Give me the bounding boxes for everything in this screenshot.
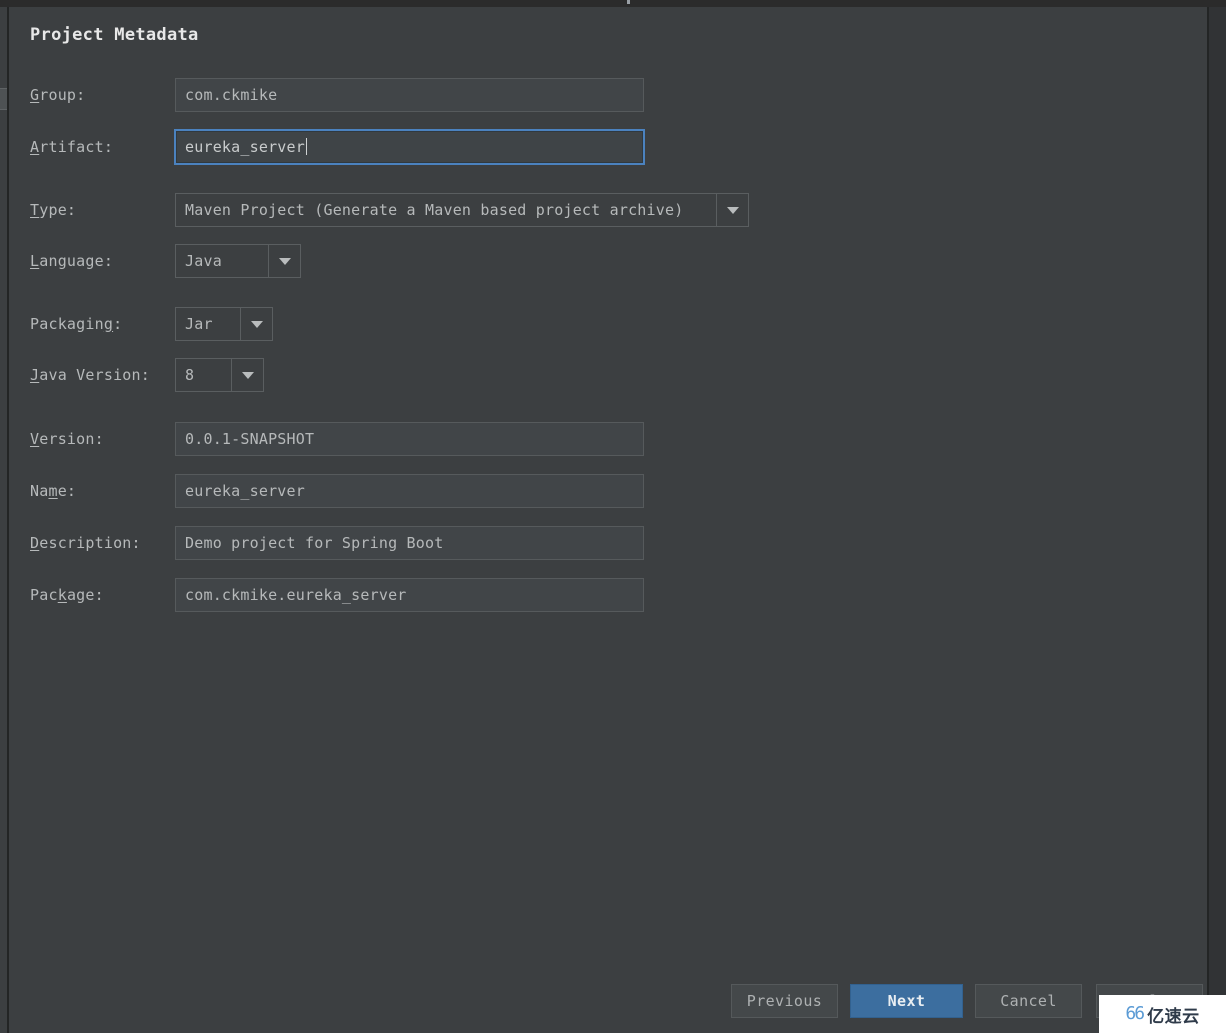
chevron-down-icon: [250, 320, 263, 328]
watermark-text: 亿速云: [1147, 1006, 1200, 1027]
artifact-mnemonic: A: [30, 138, 40, 156]
package-label: Package:: [30, 578, 104, 612]
background-window-right: [1208, 0, 1226, 1033]
java-version-label: Java Version:: [30, 358, 150, 392]
packaging-label-text: :: [113, 315, 123, 333]
artifact-input-value: eureka_server: [185, 138, 305, 156]
version-input[interactable]: 0.0.1-SNAPSHOT: [175, 422, 644, 456]
artifact-label-text: rtifact:: [39, 138, 114, 156]
type-combobox-value: Maven Project (Generate a Maven based pr…: [185, 201, 684, 219]
next-button[interactable]: Next: [850, 984, 963, 1018]
group-label: Group:: [30, 78, 85, 112]
language-combobox-value: Java: [185, 252, 222, 270]
description-input[interactable]: Demo project for Spring Boot: [175, 526, 644, 560]
package-label-text: age:: [66, 586, 104, 604]
group-input[interactable]: com.ckmike: [175, 78, 644, 112]
language-combobox-arrow[interactable]: [268, 245, 300, 277]
type-combobox[interactable]: Maven Project (Generate a Maven based pr…: [175, 193, 749, 227]
chevron-down-icon: [241, 371, 254, 379]
language-label: Language:: [30, 244, 113, 278]
name-label-text: e:: [57, 482, 77, 500]
packaging-combobox-arrow[interactable]: [240, 308, 272, 340]
type-label-text: ype:: [39, 201, 77, 219]
package-mnemonic: k: [57, 586, 67, 604]
name-mnemonic: m: [48, 482, 58, 500]
type-label: Type:: [30, 193, 76, 227]
name-label: Name:: [30, 474, 76, 508]
package-label-text-pre: Pac: [30, 586, 58, 604]
packaging-label-text-pre: Packagin: [30, 315, 104, 333]
watermark-logo-icon: 66: [1125, 1003, 1145, 1024]
background-window-left-tab: [0, 88, 7, 110]
packaging-label: Packaging:: [30, 307, 122, 341]
type-combobox-arrow[interactable]: [716, 194, 748, 226]
language-label-text: anguage:: [39, 252, 114, 270]
description-label-text: escription:: [39, 534, 141, 552]
packaging-combobox[interactable]: Jar: [175, 307, 273, 341]
package-input[interactable]: com.ckmike.eureka_server: [175, 578, 644, 612]
chevron-down-icon: [726, 206, 739, 214]
artifact-label: Artifact:: [30, 130, 113, 164]
screen: Project Metadata Group: com.ckmike Artif…: [0, 0, 1226, 1033]
titlebar-marker: [627, 0, 630, 4]
type-mnemonic: T: [30, 201, 40, 219]
java-version-combobox-arrow[interactable]: [231, 359, 263, 391]
version-mnemonic: V: [30, 430, 40, 448]
packaging-mnemonic: g: [103, 315, 114, 333]
packaging-combobox-value: Jar: [185, 315, 213, 333]
dialog-footer: Previous Next Cancel Help: [9, 971, 1207, 1033]
new-project-wizard-dialog: Project Metadata Group: com.ckmike Artif…: [9, 7, 1207, 1033]
text-caret: [306, 138, 307, 155]
cancel-button[interactable]: Cancel: [975, 984, 1082, 1018]
java-version-combobox-value: 8: [185, 366, 195, 384]
java-version-label-text: ava Version:: [39, 366, 151, 384]
language-mnemonic: L: [30, 252, 40, 270]
language-combobox[interactable]: Java: [175, 244, 301, 278]
description-mnemonic: D: [30, 534, 40, 552]
name-label-text-pre: Na: [30, 482, 49, 500]
window-titlebar-strip: [0, 0, 1226, 7]
watermark: 66 亿速云: [1099, 995, 1226, 1033]
description-label: Description:: [30, 526, 141, 560]
chevron-down-icon: [278, 257, 291, 265]
version-label: Version:: [30, 422, 104, 456]
background-window-right-divider: [1207, 0, 1209, 1033]
previous-button[interactable]: Previous: [731, 984, 838, 1018]
artifact-input[interactable]: eureka_server: [174, 129, 645, 165]
group-label-text: roup:: [39, 86, 86, 104]
name-input[interactable]: eureka_server: [175, 474, 644, 508]
page-title: Project Metadata: [30, 25, 199, 45]
java-version-combobox[interactable]: 8: [175, 358, 264, 392]
group-mnemonic: G: [30, 86, 40, 104]
version-label-text: ersion:: [39, 430, 104, 448]
java-version-mnemonic: J: [30, 366, 40, 384]
